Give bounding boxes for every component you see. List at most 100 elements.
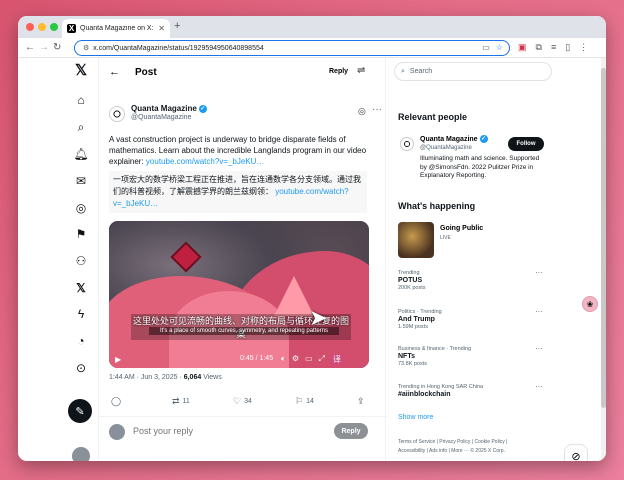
- menu-kebab-icon[interactable]: ⋮: [579, 42, 588, 53]
- live-thumbnail[interactable]: [398, 222, 434, 258]
- right-sidebar: ⌕ Search Relevant people Quanta Magazine…: [390, 58, 600, 461]
- scroll-thumb[interactable]: [601, 68, 606, 408]
- live-label: LIVE: [440, 235, 451, 241]
- search-icon: ⌕: [401, 67, 405, 75]
- translate-icon[interactable]: 译: [330, 354, 343, 365]
- video-player[interactable]: 这里处处可见流畅的曲线、对称的布局与循环往复的图案 It's a place o…: [109, 221, 369, 368]
- play-icon[interactable]: ▶: [115, 355, 121, 364]
- more-circle-icon[interactable]: ⊙: [68, 358, 94, 378]
- trend-category: Trending in Hong Kong SAR China: [398, 384, 484, 390]
- communities-icon[interactable]: ⚇: [68, 251, 94, 271]
- trend-category: Politics · Trending: [398, 309, 442, 315]
- footer-line-1[interactable]: Terms of Service | Privacy Policy | Cook…: [398, 438, 548, 447]
- like-action[interactable]: ♡ 34: [233, 396, 252, 407]
- address-bar[interactable]: ⚙ x.com/QuantaMagazine/status/1929594950…: [74, 40, 510, 56]
- grok-chat-button[interactable]: ⊘: [564, 444, 588, 461]
- left-nav: 𝕏 ⌂ ⌕ 🔔︎ ✉ ◎ ⚑ ⚇ 𝕏 ϟ ◔ ⊙ ✎: [68, 58, 94, 461]
- search-placeholder: Search: [409, 68, 433, 75]
- puzzle-icon[interactable]: ⧉: [536, 42, 542, 53]
- account-avatar[interactable]: [72, 447, 90, 461]
- trend-item[interactable]: Business & finance · Trending NFTs 73.8K…: [398, 346, 548, 367]
- relevant-name[interactable]: Quanta Magazine ✓: [420, 135, 488, 143]
- relevant-handle[interactable]: @QuantaMagazine: [420, 145, 472, 151]
- footer-line-2[interactable]: Accessibility | Ads info | More ··· © 20…: [398, 447, 548, 456]
- video-controls: ▶ 0:45 / 1:45 🔈︎ ⚙ ▭ ⤢ 译: [109, 350, 369, 368]
- extension-icon[interactable]: ▣: [518, 42, 527, 53]
- trend-item[interactable]: Politics · Trending And Trump 1.59M post…: [398, 309, 548, 330]
- volume-icon[interactable]: 🔈︎: [281, 354, 286, 365]
- retweet-action[interactable]: ⇄ 11: [172, 396, 190, 407]
- trend-more-icon[interactable]: ···: [535, 307, 543, 316]
- reply-input[interactable]: [133, 426, 293, 436]
- grok-explain-icon[interactable]: ◎: [358, 106, 366, 117]
- profile-icon[interactable]: ◔: [68, 331, 94, 351]
- share-action[interactable]: ⇪: [357, 396, 365, 407]
- search-bar[interactable]: ⌕ Search: [394, 62, 552, 81]
- bookmark-action[interactable]: ⚐ 14: [295, 396, 314, 407]
- trend-item[interactable]: Trending in Hong Kong SAR China #aiinblo…: [398, 384, 548, 398]
- back-arrow-icon[interactable]: ←: [109, 66, 120, 78]
- page-content: 𝕏 ⌂ ⌕ 🔔︎ ✉ ◎ ⚑ ⚇ 𝕏 ϟ ◔ ⊙ ✎ ← Post Reply …: [18, 58, 606, 461]
- new-tab-button[interactable]: +: [174, 20, 180, 32]
- bookmark-star-icon[interactable]: ☆: [496, 43, 503, 52]
- trend-name: #aiinblockchain: [398, 391, 451, 398]
- messages-envelope-icon[interactable]: ✉: [68, 171, 94, 191]
- trend-count: 73.8K posts: [398, 361, 428, 367]
- tab-close-icon[interactable]: ✕: [158, 24, 165, 33]
- follow-button[interactable]: Follow: [508, 137, 544, 151]
- author-name[interactable]: Quanta Magazine ✓: [131, 104, 207, 113]
- trend-more-icon[interactable]: ···: [535, 382, 543, 391]
- reply-action[interactable]: ◯: [111, 396, 121, 407]
- retweet-icon: ⇄: [172, 396, 180, 406]
- close-window-button[interactable]: [26, 23, 34, 31]
- back-arrow-icon[interactable]: ←: [25, 42, 35, 53]
- tweet-text: A vast construction project is underway …: [109, 134, 379, 167]
- feather-icon: ✎: [75, 405, 85, 418]
- video-settings-icon[interactable]: ⚙: [292, 354, 299, 365]
- media-icon[interactable]: ≡: [551, 42, 556, 53]
- browser-tab[interactable]: X Quanta Magazine on X: "A v ✕: [62, 19, 170, 38]
- author-handle[interactable]: @QuantaMagazine: [131, 114, 191, 121]
- tweet-timestamp[interactable]: 1:44 AM · Jun 3, 2025 ·: [109, 374, 184, 381]
- grok-icon[interactable]: ◎: [68, 198, 94, 218]
- views-label: Views: [201, 374, 222, 381]
- minimize-window-button[interactable]: [38, 23, 46, 31]
- premium-x-icon[interactable]: 𝕏: [68, 278, 94, 298]
- scrollbar[interactable]: [601, 58, 606, 461]
- sidebar-icon[interactable]: ▯: [565, 42, 570, 53]
- maximize-window-button[interactable]: [50, 23, 58, 31]
- page-title: Post: [135, 67, 157, 78]
- site-info-icon[interactable]: ⚙: [83, 44, 89, 52]
- flower-icon: ❀: [586, 299, 594, 309]
- trend-name: And Trump: [398, 316, 435, 323]
- fullscreen-icon[interactable]: ⤢: [319, 354, 325, 365]
- settings-sliders-icon[interactable]: ⇌: [357, 65, 365, 76]
- trend-more-icon[interactable]: ···: [535, 268, 543, 277]
- tab-title: Quanta Magazine on X: "A v: [80, 25, 154, 32]
- explore-search-icon[interactable]: ⌕: [68, 117, 94, 137]
- cast-icon[interactable]: ▭: [482, 43, 490, 52]
- x-logo-icon[interactable]: 𝕏: [68, 60, 94, 80]
- more-options-icon[interactable]: ···: [372, 104, 382, 115]
- relevant-avatar[interactable]: [400, 137, 414, 151]
- tweet-link[interactable]: youtube.com/watch?v=_bJeKU…: [146, 157, 265, 166]
- compose-post-button[interactable]: ✎: [68, 399, 92, 423]
- live-event-title[interactable]: Going Public: [440, 225, 483, 232]
- author-avatar[interactable]: [109, 106, 125, 122]
- x-favicon-icon: X: [67, 24, 76, 33]
- verified-orgs-icon[interactable]: ϟ: [68, 304, 94, 324]
- notifications-bell-icon[interactable]: 🔔︎: [68, 144, 94, 164]
- captions-icon[interactable]: ▭: [305, 354, 313, 365]
- reply-tab[interactable]: Reply: [329, 68, 348, 75]
- reply-button[interactable]: Reply: [334, 423, 368, 439]
- trend-item[interactable]: Trending POTUS 200K posts: [398, 270, 548, 291]
- trend-name: POTUS: [398, 277, 423, 284]
- reload-icon[interactable]: ↻: [53, 42, 61, 53]
- show-more-link[interactable]: Show more: [398, 414, 433, 421]
- home-icon[interactable]: ⌂: [68, 90, 94, 110]
- trend-more-icon[interactable]: ···: [535, 344, 543, 353]
- floating-extension-badge[interactable]: ❀: [582, 296, 598, 312]
- forward-arrow-icon[interactable]: →: [39, 42, 49, 53]
- verified-badge-icon: ✓: [479, 135, 488, 143]
- bookmarks-icon[interactable]: ⚑: [68, 224, 94, 244]
